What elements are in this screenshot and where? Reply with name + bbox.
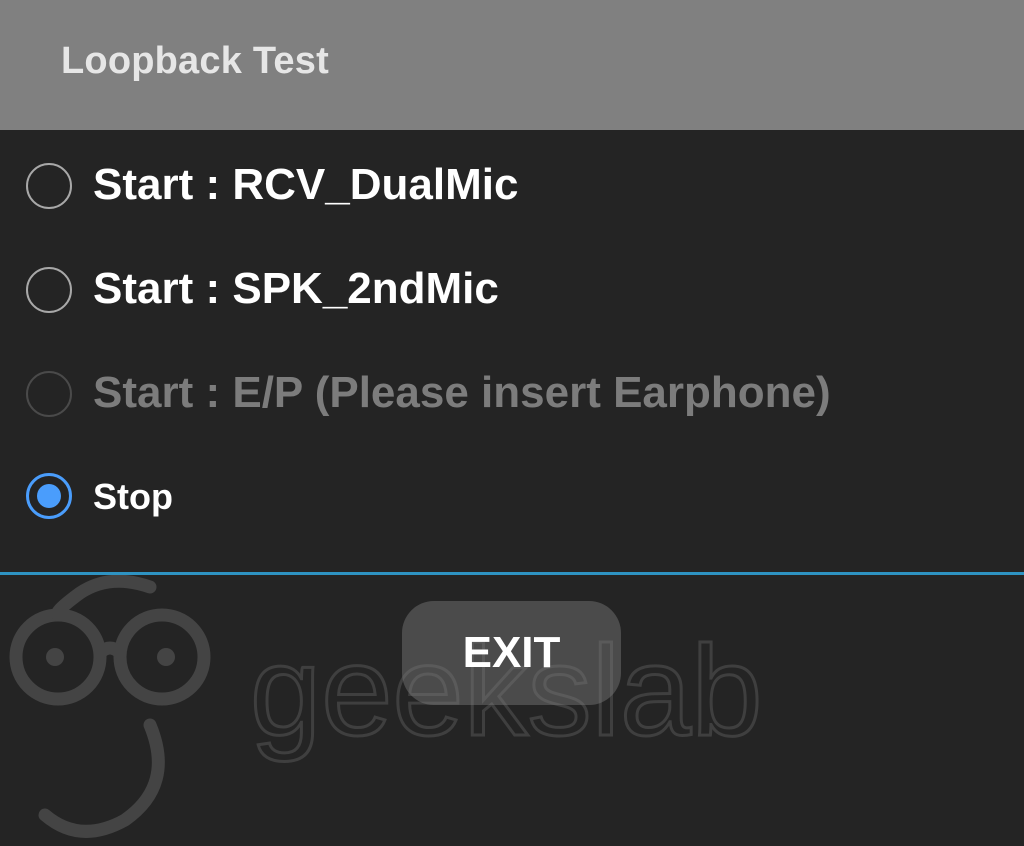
button-divider: [0, 572, 1024, 575]
radio-stop[interactable]: [26, 473, 72, 519]
radio-earphone: [26, 371, 72, 417]
loopback-dialog: Loopback Test Start : RCV_DualMic Start …: [0, 0, 1024, 846]
radio-spk-2ndmic[interactable]: [26, 267, 72, 313]
watermark-g-tail: [38, 718, 165, 838]
option-label-earphone: Start : E/P (Please insert Earphone): [93, 368, 831, 417]
option-label-rcv-dualmic: Start : RCV_DualMic: [93, 160, 519, 209]
radio-rcv-dualmic[interactable]: [26, 163, 72, 209]
watermark-eye-left: [46, 648, 64, 666]
watermark-glasses-bridge: [93, 641, 127, 660]
option-label-stop: Stop: [93, 476, 173, 517]
option-rcv-dualmic[interactable]: Start : RCV_DualMic: [0, 134, 1024, 238]
exit-button[interactable]: EXIT: [402, 601, 621, 705]
option-earphone: Start : E/P (Please insert Earphone): [0, 342, 1024, 446]
watermark-glasses-left: [9, 608, 107, 706]
option-stop[interactable]: Stop: [0, 446, 1024, 550]
option-label-spk-2ndmic: Start : SPK_2ndMic: [93, 264, 499, 313]
watermark-hair: [51, 575, 157, 622]
watermark-eye-right: [157, 648, 175, 666]
dialog-title: Loopback Test: [61, 40, 329, 82]
dialog-titlebar: Loopback Test: [0, 0, 1024, 130]
watermark-glasses-right: [113, 608, 211, 706]
option-spk-2ndmic[interactable]: Start : SPK_2ndMic: [0, 238, 1024, 342]
